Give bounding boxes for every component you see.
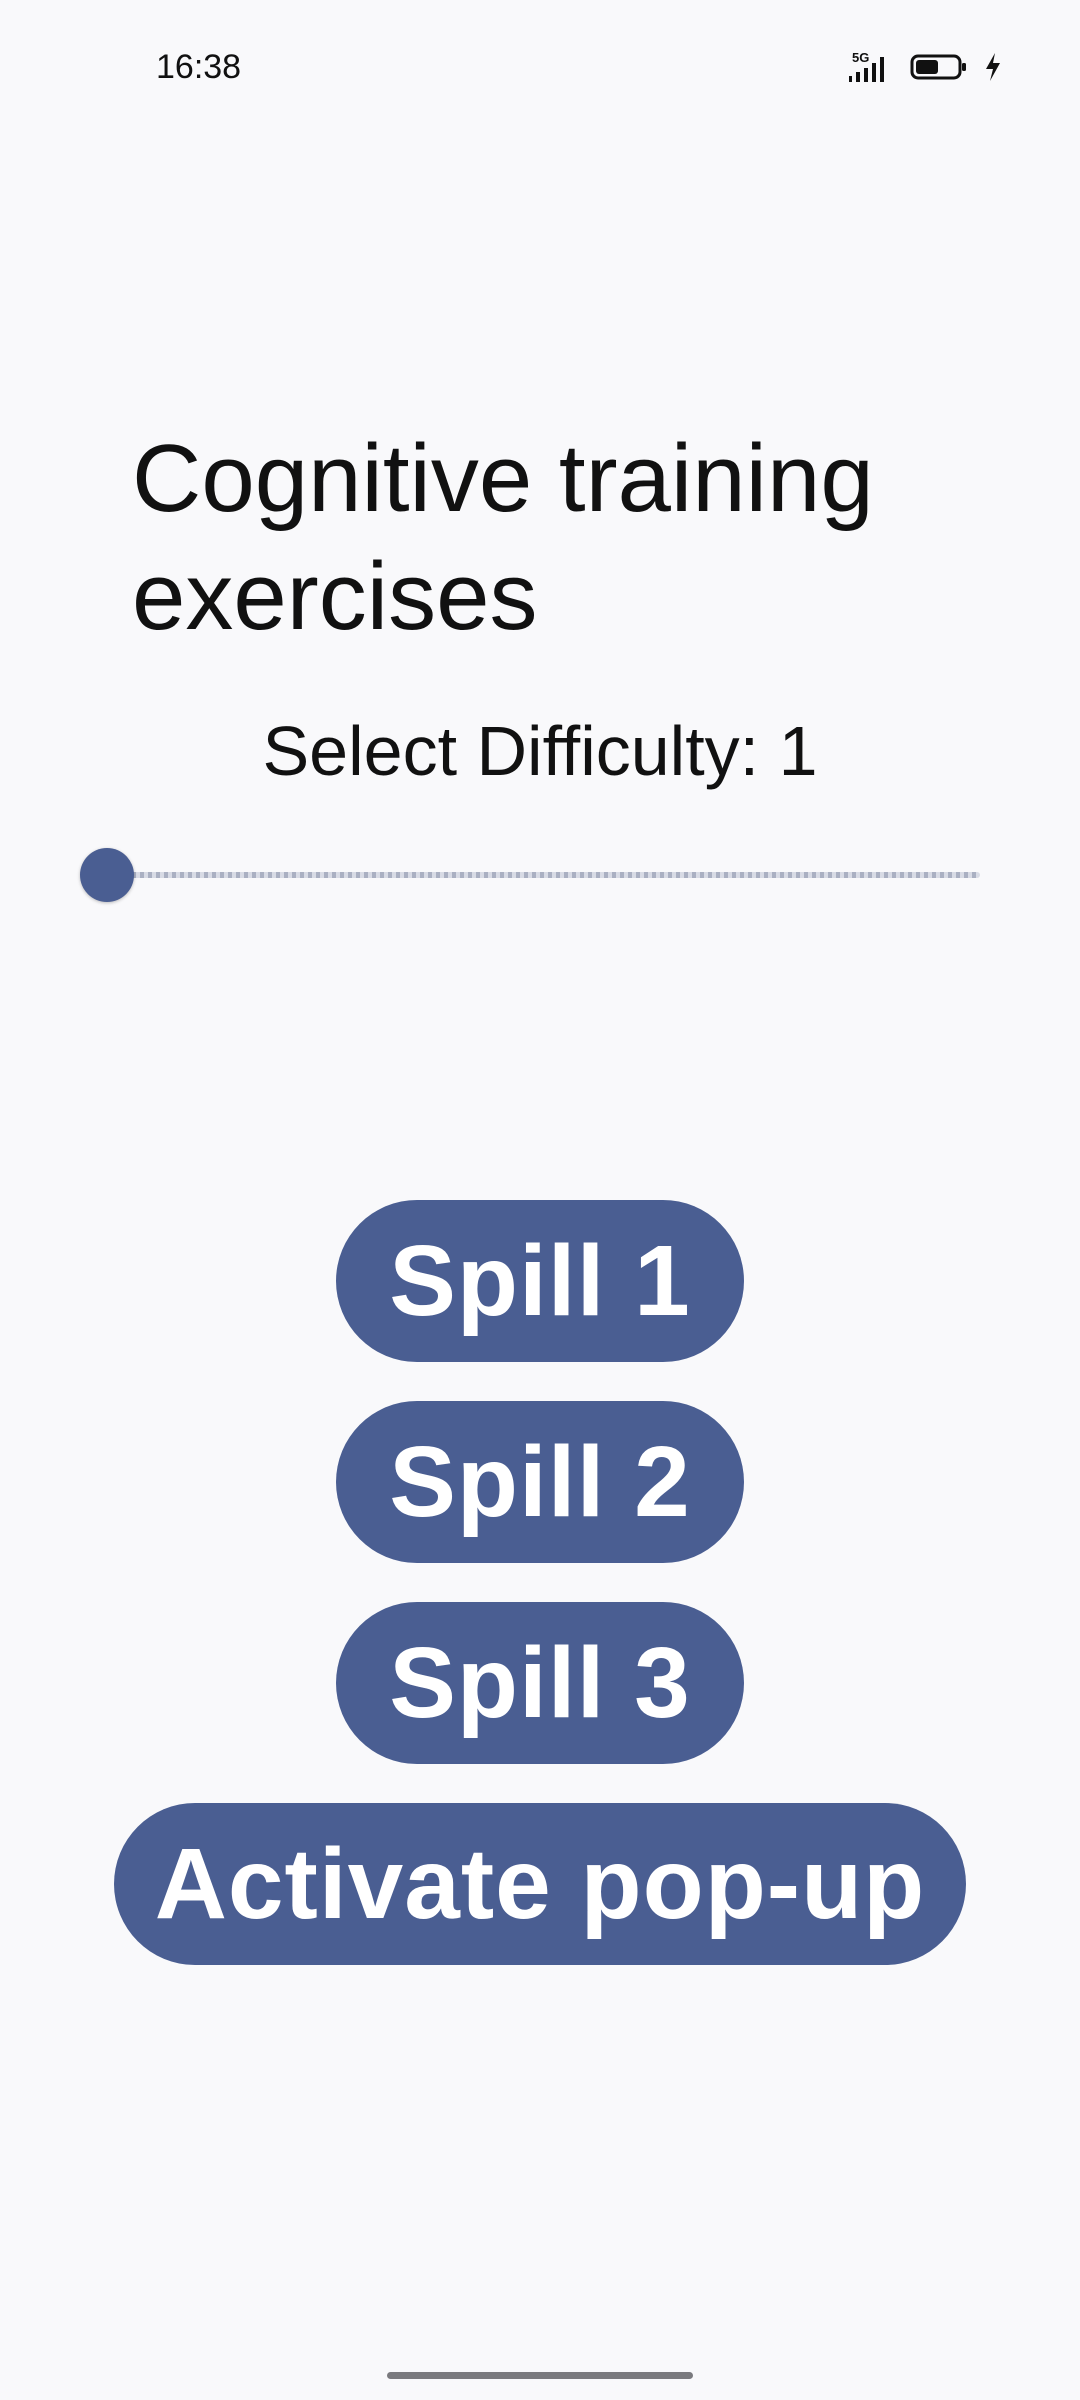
activate-popup-button[interactable]: Activate pop-up	[114, 1803, 966, 1965]
svg-text:5G: 5G	[852, 50, 869, 65]
status-time: 16:38	[156, 48, 242, 86]
status-icons: 5G	[848, 50, 1002, 84]
difficulty-label: Select Difficulty: 1	[262, 712, 818, 790]
slider-track[interactable]	[108, 872, 980, 878]
signal-5g-icon: 5G	[848, 50, 894, 84]
battery-icon	[910, 52, 968, 82]
spill-1-button[interactable]: Spill 1	[336, 1200, 744, 1362]
spill-2-button[interactable]: Spill 2	[336, 1401, 744, 1563]
status-bar: 16:38 5G	[0, 0, 1080, 130]
page-title: Cognitive training exercises	[132, 425, 874, 650]
slider-thumb[interactable]	[80, 848, 134, 902]
spill-3-button[interactable]: Spill 3	[336, 1602, 744, 1764]
home-indicator[interactable]	[387, 2372, 693, 2379]
difficulty-slider[interactable]	[80, 846, 980, 904]
charging-bolt-icon	[984, 52, 1002, 82]
